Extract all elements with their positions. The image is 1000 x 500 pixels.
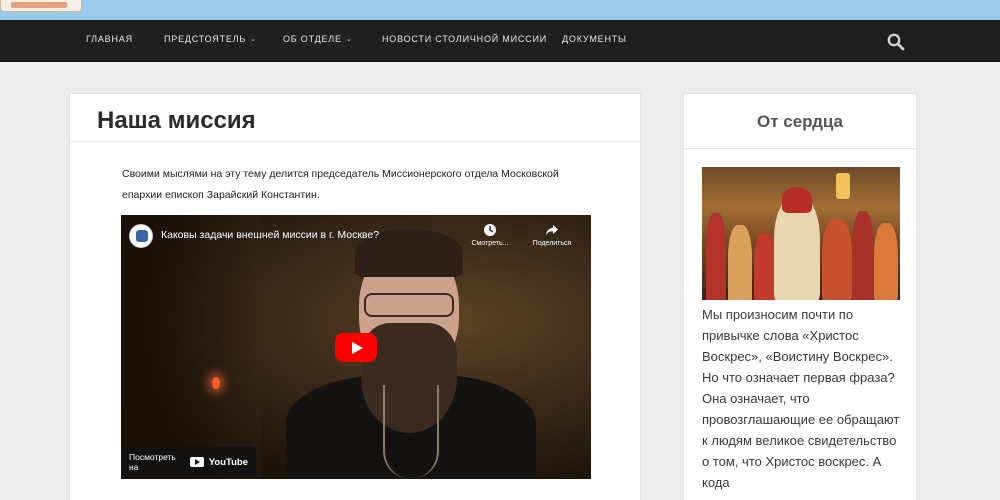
article-intro: Своими мыслями на эту тему делится предс…	[122, 168, 559, 201]
share-icon	[546, 225, 558, 235]
video-embed[interactable]: Каковы задачи внешней миссии в г. Москве…	[121, 215, 591, 479]
channel-avatar[interactable]	[129, 224, 153, 248]
photo-figure	[874, 223, 898, 300]
nav-item-label: ДОКУМЕНТЫ	[562, 34, 627, 44]
site-logo[interactable]	[0, 0, 82, 12]
search-icon	[887, 33, 905, 51]
video-lamp	[212, 377, 220, 389]
youtube-wordmark: YouTube	[208, 456, 248, 468]
video-background	[121, 215, 261, 479]
nav-item-home[interactable]: ГЛАВНАЯ	[86, 34, 133, 44]
photo-figure	[822, 219, 852, 300]
video-figure-glasses	[364, 293, 454, 317]
photo-figure	[782, 187, 812, 213]
video-title[interactable]: Каковы задачи внешней миссии в г. Москве…	[161, 229, 379, 241]
nav-item-documents[interactable]: ДОКУМЕНТЫ	[562, 34, 627, 44]
share-label: Поделиться	[532, 240, 572, 247]
share-button[interactable]: Поделиться	[525, 223, 579, 247]
photo-figure	[728, 225, 752, 300]
nav-item-news[interactable]: НОВОСТИ СТОЛИЧНОЙ МИССИИ	[382, 34, 547, 44]
nav-item-primate[interactable]: ПРЕДСТОЯТЕЛЬ ⌄	[164, 34, 257, 44]
nav-item-label: ПРЕДСТОЯТЕЛЬ	[164, 34, 247, 44]
watch-on-label: Посмотреть на	[129, 452, 176, 472]
photo-figure	[852, 211, 874, 300]
widget-text: Мы произносим почти по привычке слова «Х…	[702, 307, 900, 490]
nav-item-label: ГЛАВНАЯ	[86, 34, 133, 44]
nav-item-label: НОВОСТИ СТОЛИЧНОЙ МИССИИ	[382, 34, 548, 44]
video-figure-chain	[383, 385, 439, 479]
search-button[interactable]	[886, 32, 906, 52]
sidebar-widget: От сердца Мы произносим почти по привычк…	[683, 93, 917, 500]
widget-title: От сердца	[756, 112, 844, 131]
main-navigation: ГЛАВНАЯ ПРЕДСТОЯТЕЛЬ ⌄ ОБ ОТДЕЛЕ ⌄ НОВОСТИ…	[0, 20, 1000, 62]
divider	[684, 148, 916, 149]
chevron-down-icon: ⌄	[345, 36, 353, 43]
watch-later-label: Смотреть...	[471, 240, 509, 247]
article-card: Наша миссия Своими мыслями на эту тему д…	[69, 93, 641, 500]
watch-on-youtube-button[interactable]: Посмотреть на YouTube	[121, 447, 256, 477]
clock-icon	[484, 224, 496, 236]
nav-item-label: ОБ ОТДЕЛЕ	[283, 34, 342, 44]
play-button[interactable]	[335, 333, 377, 362]
sidebar-photo[interactable]	[702, 167, 900, 300]
photo-figure	[754, 233, 776, 300]
page-title: Наша миссия	[97, 107, 256, 134]
chevron-down-icon: ⌄	[250, 36, 257, 43]
watch-later-button[interactable]: Смотреть...	[463, 223, 517, 247]
youtube-logo-icon	[190, 457, 204, 467]
nav-item-about[interactable]: ОБ ОТДЕЛЕ ⌄	[283, 34, 353, 44]
top-banner	[0, 0, 1000, 20]
photo-figure	[706, 213, 726, 300]
photo-figure	[836, 173, 850, 199]
divider	[70, 141, 640, 142]
